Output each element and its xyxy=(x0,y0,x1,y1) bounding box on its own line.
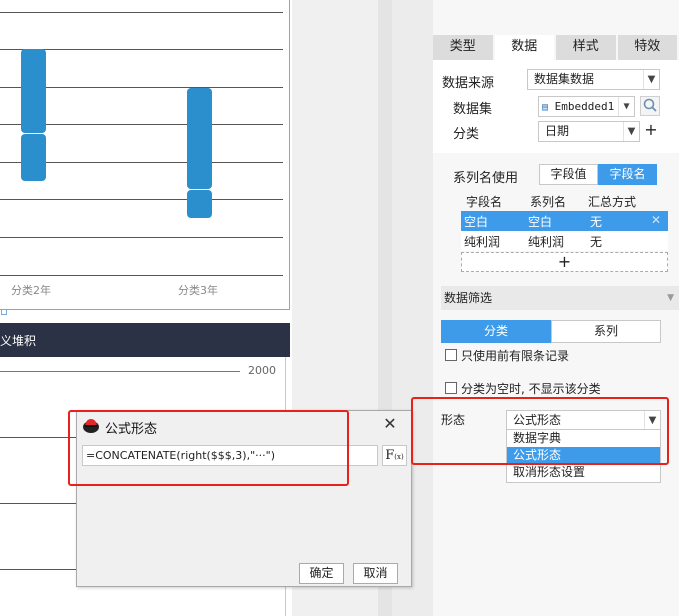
data-source-select[interactable]: 数据集数据 ▼ xyxy=(527,69,660,90)
tab-effects[interactable]: 特效 xyxy=(617,35,677,60)
option-formula-form[interactable]: 公式形态 xyxy=(507,447,660,464)
chart-title-bar: 义堆积 xyxy=(0,323,290,357)
form-select[interactable]: 公式形态 ▼ xyxy=(506,410,661,430)
formula-editor-icon[interactable]: F(x) xyxy=(382,445,407,466)
table-row[interactable]: 空白 空白 无 ✕ xyxy=(461,211,668,231)
dataset-select[interactable]: ▤ Embedded1 ▼ xyxy=(538,96,635,117)
gridline xyxy=(0,12,283,13)
cell-field: 纯利润 xyxy=(464,235,501,249)
data-filter-header[interactable]: 数据筛选 ▼ xyxy=(441,286,679,310)
col-header-field: 字段名 xyxy=(466,195,503,209)
category-label: 分类2年 xyxy=(11,284,51,297)
only-first-records-checkbox[interactable] xyxy=(445,349,457,361)
col-header-series: 系列名 xyxy=(530,195,567,209)
col-header-summary: 汇总方式 xyxy=(588,195,637,209)
filter-tab-series[interactable]: 系列 xyxy=(551,320,661,343)
panel-tabs: 类型 数据 样式 特效 xyxy=(433,35,679,60)
form-label: 形态 xyxy=(441,413,466,427)
gridline xyxy=(0,199,283,200)
cancel-button[interactable]: 取消 xyxy=(353,563,398,584)
data-filter-label: 数据筛选 xyxy=(444,291,493,305)
property-panel: 类型 数据 样式 特效 数据来源 数据集数据 ▼ 数据集 ▤ Embedded1… xyxy=(433,0,679,616)
series-name-use-label: 系列名使用 xyxy=(453,171,519,186)
category-value: 日期 xyxy=(545,124,570,138)
tab-style[interactable]: 样式 xyxy=(556,35,616,60)
table-icon: ▤ xyxy=(542,102,549,113)
form-value: 公式形态 xyxy=(513,413,562,427)
hide-empty-category-checkbox[interactable] xyxy=(445,382,457,394)
gridline xyxy=(0,275,283,276)
app-logo-icon xyxy=(82,417,100,435)
cell-summary: 无 xyxy=(590,215,603,229)
search-icon[interactable] xyxy=(640,96,660,116)
only-first-records-label: 只使用前有限条记录 xyxy=(461,349,570,363)
dataset-value: Embedded1 xyxy=(554,100,615,113)
bar-segment xyxy=(187,190,212,218)
form-dropdown-list: 数据字典 公式形态 取消形态设置 xyxy=(506,429,661,483)
data-source-label: 数据来源 xyxy=(442,76,495,91)
close-icon[interactable]: ✕ xyxy=(381,415,399,433)
delete-row-icon[interactable]: ✕ xyxy=(651,213,661,227)
chevron-down-icon: ▼ xyxy=(623,122,639,141)
fx-sub: (x) xyxy=(394,453,404,461)
tab-data[interactable]: 数据 xyxy=(494,35,554,60)
chevron-down-icon: ▼ xyxy=(643,70,659,89)
formula-input[interactable]: =CONCATENATE(right($$$,3),"···") xyxy=(82,445,378,466)
category-label: 分类3年 xyxy=(178,284,218,297)
gridline xyxy=(0,237,283,238)
data-source-section: 数据来源 数据集数据 ▼ 数据集 ▤ Embedded1 ▼ 分类 日期 ▼ + xyxy=(433,60,679,153)
dialog-title: 公式形态 xyxy=(105,422,158,437)
option-data-dictionary[interactable]: 数据字典 xyxy=(507,430,660,447)
cell-summary: 无 xyxy=(590,235,603,249)
chevron-down-icon: ▼ xyxy=(667,293,674,303)
filter-tab-category[interactable]: 分类 xyxy=(441,320,551,343)
ok-button[interactable]: 确定 xyxy=(299,563,344,584)
category-label: 分类 xyxy=(453,127,480,142)
add-row-button[interactable]: + xyxy=(461,252,668,272)
tab-type[interactable]: 类型 xyxy=(433,35,493,60)
fx-letter: F xyxy=(385,448,395,463)
bar-segment xyxy=(21,134,46,181)
category-select[interactable]: 日期 ▼ xyxy=(538,121,640,142)
cell-series: 纯利润 xyxy=(528,235,565,249)
bar-segment xyxy=(21,49,46,133)
series-option-field-value[interactable]: 字段值 xyxy=(539,164,598,185)
series-section: 系列名使用 字段值 字段名 字段名 系列名 汇总方式 空白 空白 无 ✕ 纯利润… xyxy=(441,155,677,280)
cell-series: 空白 xyxy=(528,215,553,229)
chevron-down-icon: ▼ xyxy=(644,411,660,430)
hide-empty-category-label: 分类为空时, 不显示该分类 xyxy=(461,382,601,396)
filter-tabs: 分类 系列 xyxy=(441,320,661,343)
series-option-field-name[interactable]: 字段名 xyxy=(598,164,657,185)
table-row[interactable]: 纯利润 纯利润 无 xyxy=(461,231,668,251)
option-cancel-form[interactable]: 取消形态设置 xyxy=(507,464,660,481)
cell-field: 空白 xyxy=(464,215,489,229)
axis-tick-label: 2000 xyxy=(248,364,276,377)
data-source-value: 数据集数据 xyxy=(534,72,595,86)
resize-handle[interactable] xyxy=(1,309,7,315)
add-category-icon[interactable]: + xyxy=(641,121,661,141)
chevron-down-icon: ▼ xyxy=(618,97,634,116)
dataset-label: 数据集 xyxy=(453,102,493,117)
axis-tick-line xyxy=(0,371,240,372)
bar-segment xyxy=(187,88,212,189)
formula-form-dialog: 公式形态 ✕ =CONCATENATE(right($$$,3),"···") … xyxy=(76,410,412,587)
chart-preview-top[interactable]: 分类2年 分类3年 xyxy=(0,0,290,310)
